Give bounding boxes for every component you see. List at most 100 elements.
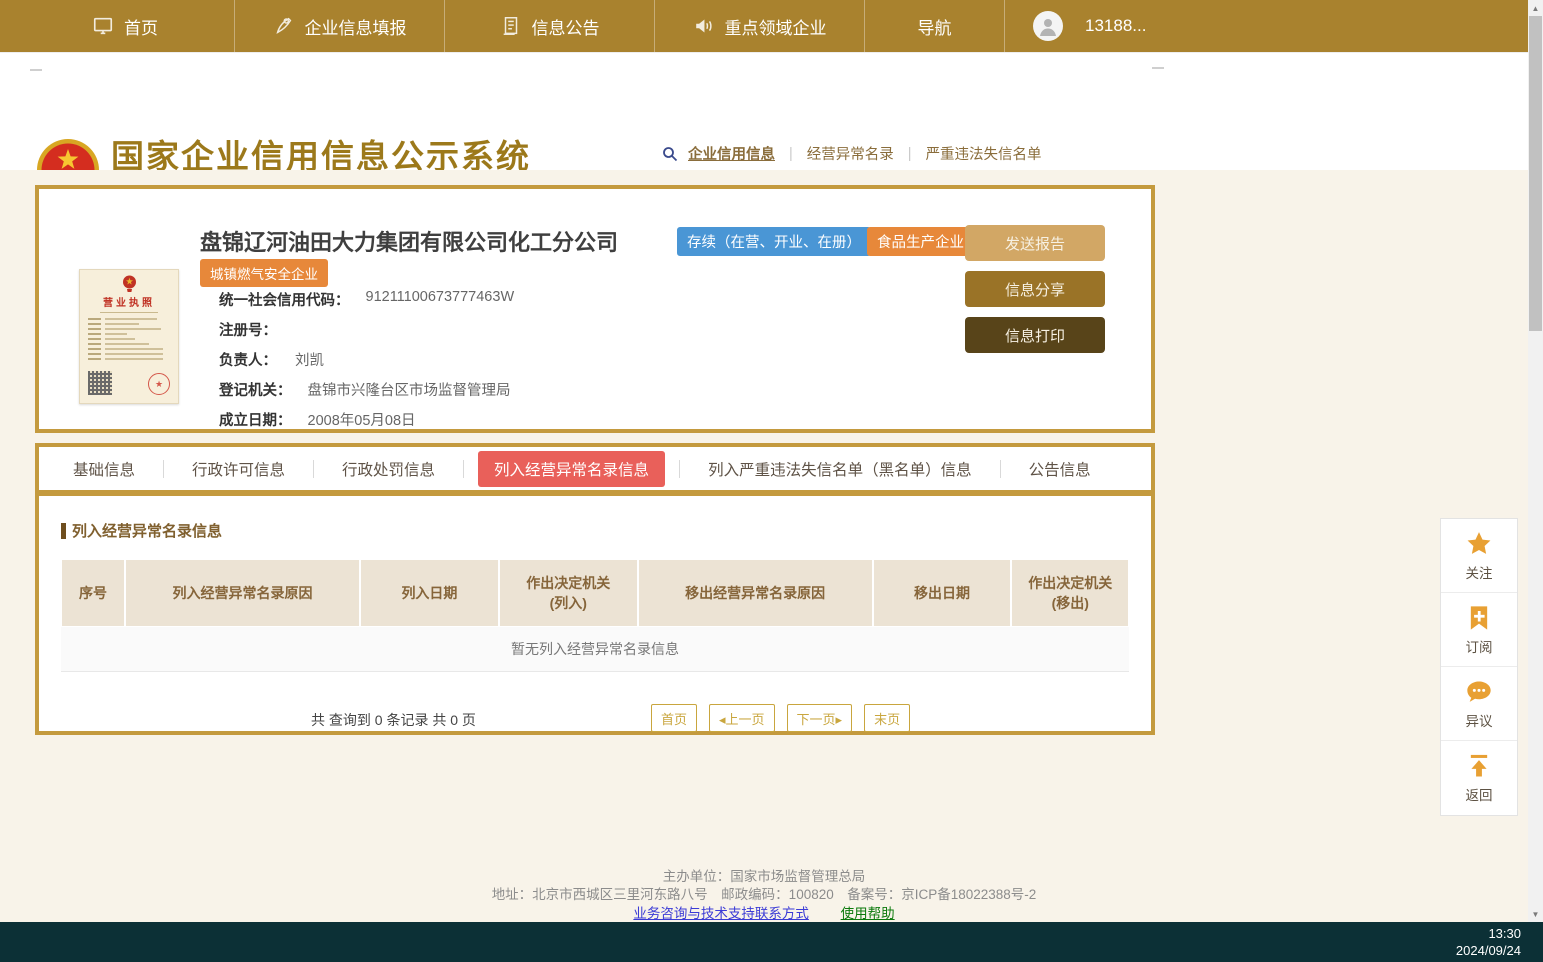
first-page-button[interactable]: 首页: [651, 704, 697, 732]
arrow-up-icon: [1465, 752, 1493, 780]
separator: [679, 460, 680, 478]
tab-basic-info[interactable]: 基础信息: [59, 451, 149, 487]
tab-content: 列入经营异常名录信息 序号 列入经营异常名录原因 列入日期 作出决定机关 (列入…: [39, 496, 1151, 734]
print-info-button[interactable]: 信息打印: [965, 317, 1105, 353]
pen-icon: [273, 15, 295, 37]
footer-organizer: 主办单位：国家市场监督管理总局: [0, 868, 1528, 886]
license-title: 营业执照: [80, 294, 178, 309]
food-producer-badge: 食品生产企业: [867, 227, 974, 256]
separator: [1000, 460, 1001, 478]
nav-item-label: 导航: [918, 14, 952, 39]
table-empty-message: 暂无列入经营异常名录信息: [61, 627, 1129, 672]
license-qr-code: [88, 371, 112, 395]
col-inclusion-authority: 作出决定机关 (列入): [499, 559, 638, 627]
page-footer: 主办单位：国家市场监督管理总局 地址：北京市西城区三里河东路八号 邮政编码：10…: [0, 868, 1528, 923]
separator: [313, 460, 314, 478]
scroll-down-arrow-icon[interactable]: ▼: [1528, 906, 1543, 922]
separator: |: [908, 146, 912, 162]
detail-tabs-panel: 基础信息 行政许可信息 行政处罚信息 列入经营异常名录信息 列入严重违法失信名单…: [35, 443, 1155, 735]
taskbar-clock: 13:30 2024/09/24: [1456, 925, 1521, 959]
search-tab-illegal-dishonest-list[interactable]: 严重违法失信名单: [922, 143, 1046, 164]
share-info-button[interactable]: 信息分享: [965, 271, 1105, 307]
back-to-top-button[interactable]: 返回: [1441, 741, 1517, 815]
help-link[interactable]: 使用帮助: [841, 906, 895, 921]
nav-user-label: 13188...: [1085, 16, 1146, 36]
tab-abnormal-operation-list[interactable]: 列入经营异常名录信息: [478, 451, 665, 487]
objection-button[interactable]: 异议: [1441, 667, 1517, 741]
nav-item-key-field-enterprises[interactable]: 重点领域企业: [655, 0, 865, 52]
status-badge: 存续（在营、开业、在册）: [677, 227, 871, 256]
search-category-tabs: 企业信用信息 | 经营异常名录 | 严重违法失信名单: [662, 143, 1157, 164]
nav-item-navigation[interactable]: 导航: [865, 0, 1005, 52]
nav-item-home[interactable]: 首页: [16, 0, 235, 52]
chat-bubble-icon: [1465, 678, 1493, 706]
top-nav: 首页 企业信息填报 信息公告 重点领域企业 导航 13188...: [0, 0, 1528, 52]
abnormal-list-table: 序号 列入经营异常名录原因 列入日期 作出决定机关 (列入) 移出经营异常名录原…: [61, 559, 1129, 627]
floating-side-panel: 关注 订阅 异议 返回: [1440, 518, 1518, 816]
search-tab-enterprise-credit[interactable]: 企业信用信息: [684, 143, 779, 164]
field-credit-code: 统一社会信用代码： 91211100673777463W: [219, 289, 514, 310]
site-header: 国家企业信用信息公示系统 National Enterprise Credit …: [0, 52, 1528, 170]
tab-serious-illegal-blacklist[interactable]: 列入严重违法失信名单（黑名单）信息: [694, 451, 986, 487]
separator: [463, 460, 464, 478]
table-header-row: 序号 列入经营异常名录原因 列入日期 作出决定机关 (列入) 移出经营异常名录原…: [61, 559, 1129, 627]
clock-time: 13:30: [1456, 925, 1521, 942]
last-page-button[interactable]: 末页: [864, 704, 910, 732]
col-removal-authority: 作出决定机关 (移出): [1011, 559, 1129, 627]
pagination-buttons: 首页 ◂上一页 下一页▸ 末页: [651, 704, 910, 732]
field-registration-authority: 登记机关： 盘锦市兴隆台区市场监督管理局: [219, 379, 514, 400]
pagination: 共 查询到 0 条记录 共 0 页 首页 ◂上一页 下一页▸ 末页: [61, 704, 1129, 734]
support-contact-link[interactable]: 业务咨询与技术支持联系方式: [633, 906, 809, 921]
license-red-seal: ★: [148, 373, 170, 395]
license-subline: [100, 312, 158, 313]
nav-item-announcements[interactable]: 信息公告: [445, 0, 655, 52]
footer-address: 地址：北京市西城区三里河东路八号 邮政编码：100820 备案号：京ICP备18…: [0, 886, 1528, 904]
scrollbar-thumb[interactable]: [1529, 16, 1542, 331]
section-title-bar: [61, 523, 66, 539]
section-title: 列入经营异常名录信息: [61, 520, 1129, 541]
field-establishment-date: 成立日期： 2008年05月08日: [219, 409, 514, 430]
nav-item-label: 重点领域企业: [725, 14, 827, 39]
previous-page-button[interactable]: ◂上一页: [709, 704, 775, 732]
scroll-up-arrow-icon[interactable]: ▲: [1528, 0, 1543, 16]
field-registration-number: 注册号：: [219, 319, 514, 340]
search-tab-abnormal-list[interactable]: 经营异常名录: [803, 143, 898, 164]
star-icon: [1465, 530, 1493, 558]
bookmark-plus-icon: [1465, 604, 1493, 632]
nav-item-label: 信息公告: [532, 14, 600, 39]
gas-safety-badge: 城镇燃气安全企业: [200, 259, 328, 287]
decorative-dash: [1152, 67, 1164, 69]
col-serial-number: 序号: [61, 559, 125, 627]
field-person-in-charge: 负责人： 刘凯: [219, 349, 514, 370]
company-actions: 发送报告 信息分享 信息打印: [965, 225, 1105, 353]
decorative-dash: [30, 69, 42, 71]
company-fields: 统一社会信用代码： 91211100673777463W 注册号： 负责人： 刘…: [219, 289, 514, 439]
tab-announcement-info[interactable]: 公告信息: [1015, 451, 1105, 487]
bulletin-icon: [500, 15, 522, 37]
send-report-button[interactable]: 发送报告: [965, 225, 1105, 261]
nav-item-label: 首页: [124, 14, 158, 39]
license-emblem-icon: [122, 275, 137, 292]
os-taskbar: 13:30 2024/09/24: [0, 922, 1543, 962]
follow-button[interactable]: 关注: [1441, 519, 1517, 593]
tab-administrative-license[interactable]: 行政许可信息: [178, 451, 299, 487]
col-removal-date: 移出日期: [873, 559, 1012, 627]
separator: |: [789, 146, 793, 162]
company-info-panel: 营业执照 ★ 盘锦辽河油田大力集团有限公司化工分公司 存续（在营、开业、在册） …: [35, 185, 1155, 433]
nav-user-account[interactable]: 13188...: [1005, 0, 1235, 52]
avatar: [1033, 11, 1063, 41]
nav-item-enterprise-report[interactable]: 企业信息填报: [235, 0, 445, 52]
monitor-icon: [92, 15, 114, 37]
subscribe-button[interactable]: 订阅: [1441, 593, 1517, 667]
col-removal-reason: 移出经营异常名录原因: [638, 559, 873, 627]
nav-item-label: 企业信息填报: [305, 14, 407, 39]
speaker-icon: [693, 15, 715, 37]
col-inclusion-date: 列入日期: [360, 559, 499, 627]
company-name: 盘锦辽河油田大力集团有限公司化工分公司: [200, 225, 618, 257]
footer-links: 业务咨询与技术支持联系方式 使用帮助: [0, 905, 1528, 923]
next-page-button[interactable]: 下一页▸: [787, 704, 853, 732]
tab-administrative-penalty[interactable]: 行政处罚信息: [328, 451, 449, 487]
separator: [163, 460, 164, 478]
pagination-summary: 共 查询到 0 条记录 共 0 页: [311, 710, 476, 730]
user-icon: [1036, 14, 1060, 38]
